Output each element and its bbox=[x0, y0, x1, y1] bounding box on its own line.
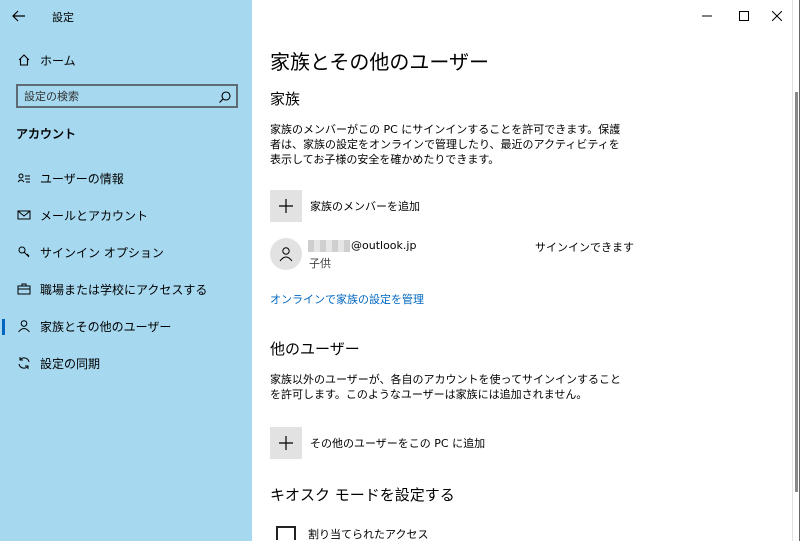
title-bar-left: 設定 bbox=[0, 0, 252, 32]
sidebar-item-mail-accounts[interactable]: メールとアカウント bbox=[0, 200, 252, 230]
sidebar-item-label: 設定の同期 bbox=[40, 356, 101, 371]
search-box[interactable] bbox=[16, 84, 238, 108]
settings-window: 設定 ホーム アカウント ユーザーの情報 メールとアカウント bbox=[0, 0, 792, 541]
member-status: サインインできます bbox=[535, 241, 634, 254]
scrollbar[interactable] bbox=[792, 0, 800, 541]
user-info-icon bbox=[16, 170, 32, 186]
back-arrow-icon bbox=[12, 10, 25, 22]
back-button[interactable] bbox=[12, 7, 32, 25]
home-icon bbox=[16, 52, 32, 68]
mail-icon bbox=[16, 207, 32, 223]
search-icon[interactable] bbox=[218, 89, 232, 103]
assigned-access-label[interactable]: 割り当てられたアクセス bbox=[308, 526, 428, 541]
sidebar-item-label: ユーザーの情報 bbox=[40, 171, 124, 186]
sidebar-item-label: メールとアカウント bbox=[40, 208, 149, 223]
manage-family-link[interactable]: オンラインで家族の設定を管理 bbox=[270, 291, 424, 307]
sidebar-item-work-school[interactable]: 職場または学校にアクセスする bbox=[0, 274, 252, 304]
add-other-user-label: その他のユーザーをこの PC に追加 bbox=[310, 437, 486, 450]
sidebar-item-label: サインイン オプション bbox=[40, 245, 164, 260]
add-other-user-button[interactable]: その他のユーザーをこの PC に追加 bbox=[270, 427, 485, 459]
family-description: 家族のメンバーがこの PC にサインインすることを許可できます。保護者は、家族の… bbox=[270, 123, 621, 166]
kiosk-icon bbox=[276, 526, 296, 540]
plus-icon bbox=[270, 427, 302, 459]
sync-icon bbox=[16, 355, 32, 371]
sidebar-item-sync[interactable]: 設定の同期 bbox=[0, 348, 252, 378]
add-family-member-label: 家族のメンバーを追加 bbox=[310, 200, 420, 213]
app-title: 設定 bbox=[52, 11, 74, 24]
home-label: ホーム bbox=[40, 53, 76, 68]
member-email[interactable]: @outlook.jp bbox=[351, 239, 416, 252]
search-input[interactable] bbox=[24, 88, 214, 104]
member-avatar[interactable] bbox=[270, 238, 302, 270]
kiosk-heading: キオスク モードを設定する bbox=[270, 486, 455, 504]
sidebar-item-family-users[interactable]: 家族とその他のユーザー bbox=[0, 311, 252, 341]
person-icon bbox=[279, 247, 293, 262]
briefcase-icon bbox=[16, 281, 32, 297]
sidebar: 設定 ホーム アカウント ユーザーの情報 メールとアカウント bbox=[0, 0, 252, 541]
plus-icon bbox=[270, 190, 302, 222]
page-title: 家族とその他のユーザー bbox=[270, 50, 489, 74]
other-users-description: 家族以外のユーザーが、各自のアカウントを使ってサインインすることを許可します。こ… bbox=[270, 373, 622, 401]
family-heading: 家族 bbox=[270, 90, 301, 108]
sidebar-item-sign-in-options[interactable]: サインイン オプション bbox=[0, 237, 252, 267]
home-nav-item[interactable]: ホーム bbox=[0, 45, 252, 75]
sidebar-item-label: 職場または学校にアクセスする bbox=[40, 282, 208, 297]
email-redacted bbox=[308, 240, 350, 252]
main-content: 家族とその他のユーザー 家族 家族のメンバーがこの PC にサインインすることを… bbox=[252, 0, 792, 541]
key-icon bbox=[16, 244, 32, 260]
section-label-accounts: アカウント bbox=[16, 127, 77, 141]
other-users-heading: 他のユーザー bbox=[270, 340, 360, 358]
sidebar-item-user-info[interactable]: ユーザーの情報 bbox=[0, 163, 252, 193]
scroll-thumb[interactable] bbox=[795, 92, 798, 492]
member-role: 子供 bbox=[309, 257, 331, 270]
add-family-member-button[interactable]: 家族のメンバーを追加 bbox=[270, 190, 420, 222]
sidebar-item-label: 家族とその他のユーザー bbox=[40, 319, 172, 334]
person-icon bbox=[16, 318, 32, 334]
